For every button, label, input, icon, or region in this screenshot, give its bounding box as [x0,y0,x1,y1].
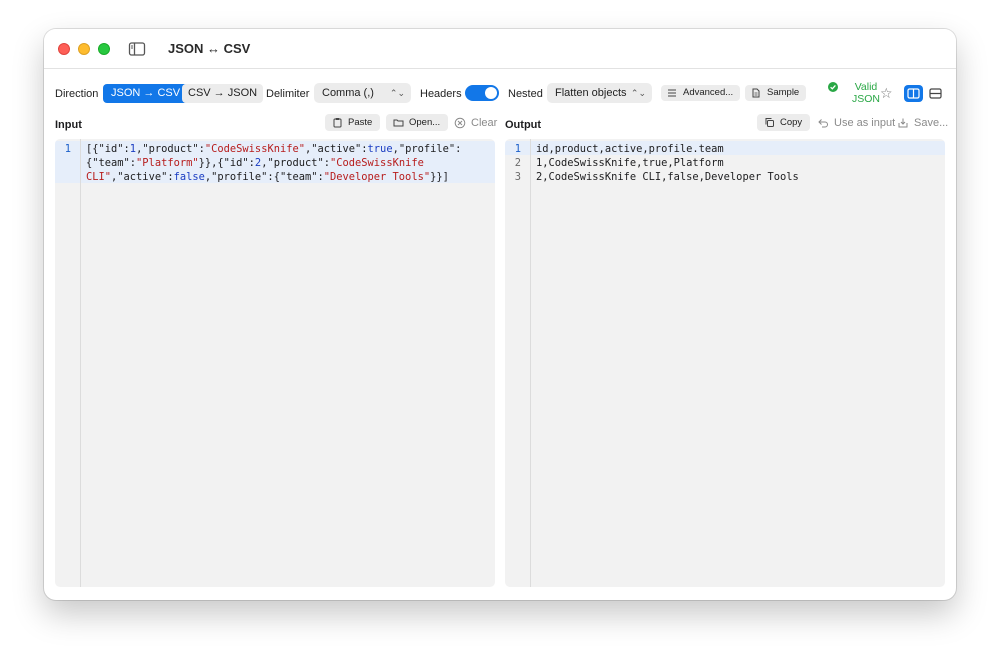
clear-label: Clear [471,117,498,129]
advanced-button[interactable]: Advanced... [661,85,741,101]
delimiter-value: Comma (,) [322,87,374,99]
split-vertical-button[interactable] [904,85,923,102]
output-code-line: 2,CodeSwissKnife CLI,false,Developer Too… [536,171,799,183]
line-number: 3 [514,171,521,183]
input-gutter [55,139,81,587]
advanced-label: Advanced... [683,87,734,98]
toggle-knob [485,87,497,99]
line-number: 1 [514,143,521,155]
paste-button[interactable]: Paste [325,114,381,131]
clear-button[interactable]: Clear [454,115,497,131]
app-window: JSON ↔ CSV Direction JSON → CSV CSV → JS… [44,29,956,600]
clear-circle-icon [454,117,466,129]
chevron-updown-icon: ⌃⌄ [630,88,646,98]
open-button[interactable]: Open... [386,114,449,131]
paste-label: Paste [348,117,373,128]
validity-line2: JSON [851,93,880,105]
copy-label: Copy [780,117,803,128]
input-code-line: [{"id":1,"product":"CodeSwissKnife","act… [86,143,462,155]
clipboard-icon [333,118,342,128]
delimiter-label: Delimiter [266,88,310,100]
line-number: 1 [64,143,71,155]
title-bar: JSON ↔ CSV [44,29,956,69]
split-vertical-icon [907,88,920,99]
save-label: Save... [914,117,949,129]
document-icon [752,88,760,98]
checkmark-circle-icon [828,82,838,92]
split-horizontal-icon [929,88,942,99]
copy-icon [765,118,774,127]
copy-button[interactable]: Copy [757,114,811,131]
nested-select[interactable]: Flatten objects ⌃⌄ [547,83,652,103]
input-code-line: CLI","active":false,"profile":{"team":"D… [86,171,449,183]
nested-label: Nested [508,88,543,100]
minimize-window-button[interactable] [78,43,90,55]
sidebar-toggle-icon[interactable] [128,41,146,57]
folder-icon [393,119,404,127]
use-as-input-button[interactable]: Use as input [817,115,895,131]
sample-label: Sample [767,87,800,98]
output-label: Output [505,119,542,131]
window-title: JSON ↔ CSV [168,41,251,56]
input-label: Input [55,119,82,131]
direction-label: Direction [55,88,99,100]
validity-line1: Valid [854,81,878,93]
direction-json-to-csv-button[interactable]: JSON → CSV [103,84,189,103]
open-label: Open... [409,117,441,128]
zoom-window-button[interactable] [98,43,110,55]
sample-button[interactable]: Sample [745,85,807,101]
output-code-line: 1,CodeSwissKnife,true,Platform [536,157,724,169]
delimiter-select[interactable]: Comma (,) ⌃⌄ [314,83,411,103]
undo-arrow-icon [818,119,828,128]
close-window-button[interactable] [58,43,70,55]
split-horizontal-button[interactable] [926,85,945,102]
chevron-updown-icon: ⌃⌄ [389,88,405,98]
headers-toggle[interactable] [465,85,499,101]
options-toolbar: Direction JSON → CSV CSV → JSON Delimite… [44,69,956,119]
save-icon [898,118,908,128]
star-icon[interactable]: ☆ [880,85,893,102]
list-icon [668,89,676,97]
input-editor[interactable]: 1 [{"id":1,"product":"CodeSwissKnife","a… [55,139,495,587]
output-editor[interactable]: 1 2 3 id,product,active,profile.team 1,C… [505,139,945,587]
output-code-line: id,product,active,profile.team [536,143,724,155]
input-code-line: {"team":"Platform"}},{"id":2,"product":"… [86,157,424,169]
output-gutter [505,139,531,587]
nested-value: Flatten objects [555,87,627,99]
direction-csv-to-json-button[interactable]: CSV → JSON [182,84,264,103]
save-button[interactable]: Save... [897,115,948,131]
use-as-input-label: Use as input [834,117,896,129]
line-number: 2 [514,157,521,169]
headers-label: Headers [420,88,462,100]
